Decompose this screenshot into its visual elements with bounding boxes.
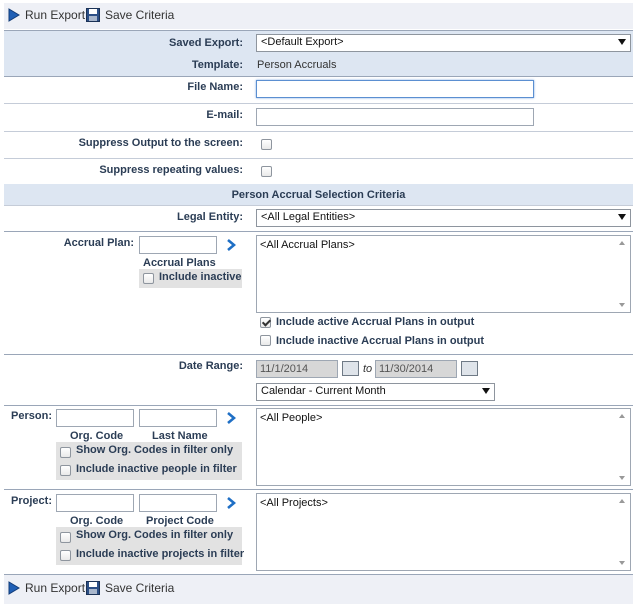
scrollbar[interactable] [616,237,629,311]
chevron-down-icon [618,39,626,45]
divider [4,76,633,77]
person-show-org-checkbox[interactable] [60,447,71,458]
play-icon [8,581,20,595]
run-export-label: Run Export [25,581,86,595]
template-value: Person Accruals [257,59,337,71]
people-list-item[interactable]: <All People> [260,412,322,424]
section-title: Person Accrual Selection Criteria [231,189,406,201]
scroll-up-icon[interactable] [619,499,625,503]
accrual-plan-label: Accrual Plan: [63,237,134,249]
last-name-caption: Last Name [152,430,208,442]
accrual-plans-list-item[interactable]: <All Accrual Plans> [260,239,355,251]
accrual-plans-caption: Accrual Plans [143,257,216,269]
include-active-output-checkbox[interactable] [260,317,271,328]
run-export-button-bottom[interactable]: Run Export [8,581,85,595]
save-criteria-label: Save Criteria [105,581,175,595]
divider [4,354,633,355]
project-include-inactive-checkbox[interactable] [60,550,71,561]
email-label: E-mail: [206,109,243,121]
person-show-org-label: Show Org. Codes in filter only [76,444,234,456]
scroll-down-icon[interactable] [619,476,625,480]
legal-entity-value: <All Legal Entities> [261,211,356,223]
suppress-output-checkbox[interactable] [261,139,272,150]
scroll-down-icon[interactable] [619,561,625,565]
divider [4,489,633,490]
template-label: Template: [191,59,243,71]
chevron-down-icon [618,214,626,220]
accrual-plan-filter-input[interactable] [139,236,217,254]
saved-export-select[interactable]: <Default Export> [256,34,631,52]
chevron-right-icon[interactable] [226,496,236,510]
run-export-button[interactable]: Run Export [8,8,85,22]
date-preset-select[interactable]: Calendar - Current Month [256,383,495,401]
floppy-disk-icon [86,581,100,595]
email-input[interactable] [256,108,534,126]
projects-list-item[interactable]: <All Projects> [260,497,328,509]
run-export-label: Run Export [25,8,86,22]
project-show-org-label: Show Org. Codes in filter only [76,529,234,541]
play-icon [8,8,20,22]
floppy-disk-icon [86,8,100,22]
project-code-input[interactable] [139,494,217,512]
project-show-org-checkbox[interactable] [60,532,71,543]
scrollbar[interactable] [616,495,629,569]
scroll-down-icon[interactable] [619,303,625,307]
save-criteria-button[interactable]: Save Criteria [86,8,174,22]
legal-entity-label: Legal Entity: [176,211,243,223]
file-name-label: File Name: [187,81,243,93]
scrollbar[interactable] [616,410,629,484]
date-preset-value: Calendar - Current Month [261,385,386,397]
divider [4,405,633,406]
suppress-repeating-checkbox[interactable] [261,166,272,177]
legal-entity-select[interactable]: <All Legal Entities> [256,209,631,227]
calendar-icon[interactable] [461,361,478,376]
person-include-inactive-checkbox[interactable] [60,465,71,476]
suppress-repeating-label: Suppress repeating values: [99,164,243,176]
project-include-inactive-label: Include inactive projects in filter [76,548,245,560]
project-org-code-input[interactable] [56,494,134,512]
suppress-output-label: Suppress Output to the screen: [78,137,243,149]
include-inactive-output-label: Include inactive Accrual Plans in output [276,335,485,347]
org-code-caption: Org. Code [70,430,124,442]
people-listbox[interactable]: <All People> [256,408,631,486]
divider [4,103,633,104]
include-inactive-output-checkbox[interactable] [260,335,271,346]
projects-listbox[interactable]: <All Projects> [256,493,631,571]
date-to-input[interactable] [375,360,457,378]
date-from-input[interactable] [256,360,338,378]
include-inactive-label: Include inactive [159,271,242,283]
chevron-right-icon[interactable] [226,238,236,252]
date-range-label: Date Range: [178,360,243,372]
date-to-label: to [363,363,373,375]
accrual-plans-listbox[interactable]: <All Accrual Plans> [256,235,631,313]
project-code-caption: Project Code [146,515,214,527]
chevron-down-icon [482,388,490,394]
divider [4,131,633,132]
scroll-up-icon[interactable] [619,414,625,418]
person-org-code-input[interactable] [56,409,134,427]
project-label: Project: [11,495,52,507]
divider [4,158,633,159]
person-label: Person: [11,410,52,422]
person-last-name-input[interactable] [139,409,217,427]
scroll-up-icon[interactable] [619,241,625,245]
divider [4,231,633,232]
include-active-output-label: Include active Accrual Plans in output [276,316,475,328]
file-name-input[interactable] [256,80,534,98]
project-org-code-caption: Org. Code [70,515,124,527]
saved-export-value: <Default Export> [261,36,344,48]
save-criteria-button-bottom[interactable]: Save Criteria [86,581,174,595]
chevron-right-icon[interactable] [226,411,236,425]
saved-export-label: Saved Export: [169,37,243,49]
calendar-icon[interactable] [342,361,359,376]
divider [4,205,633,206]
save-criteria-label: Save Criteria [105,8,175,22]
person-include-inactive-label: Include inactive people in filter [76,463,237,475]
include-inactive-checkbox[interactable] [143,273,154,284]
